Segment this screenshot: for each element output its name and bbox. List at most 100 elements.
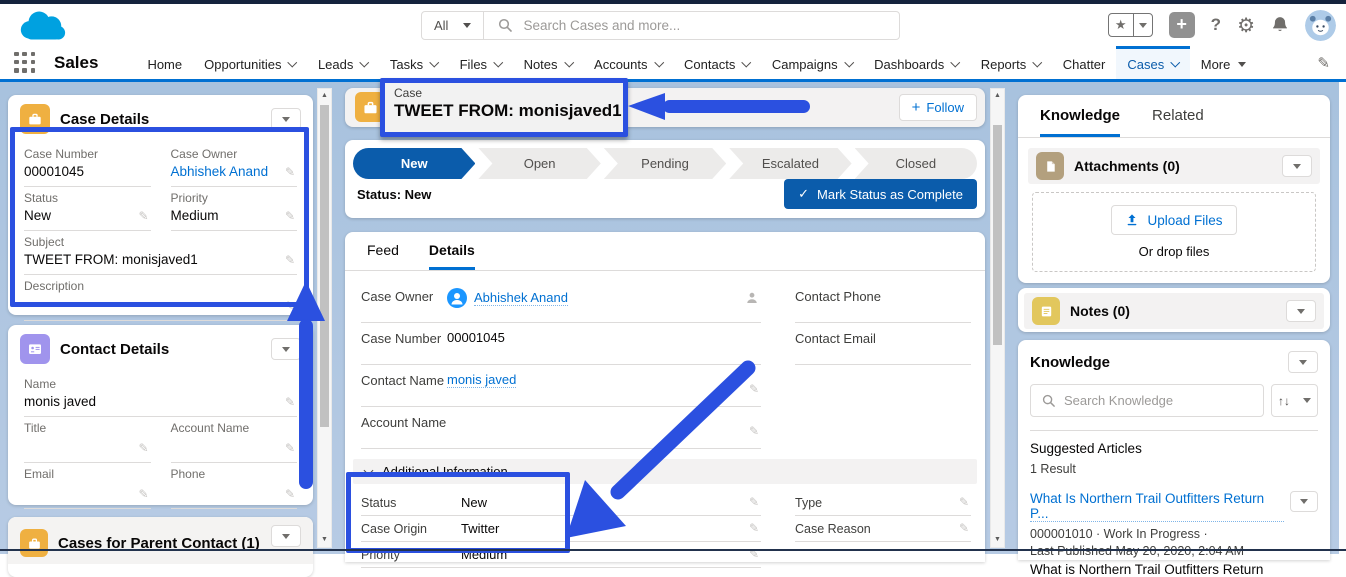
record-title: TWEET FROM: monisjaved1 xyxy=(394,101,614,121)
favorites-list-button[interactable] xyxy=(1133,14,1152,36)
favorite-star-icon[interactable]: ★ xyxy=(1109,14,1133,36)
case-owner-link[interactable]: Abhishek Anand xyxy=(474,290,568,306)
help-icon[interactable]: ? xyxy=(1211,15,1221,35)
setup-gear-icon[interactable]: ⚙ xyxy=(1237,13,1255,38)
record-entity-label: Case xyxy=(394,86,614,100)
sales-path: New Open Pending Escalated Closed xyxy=(345,140,985,179)
scroll-up-arrow[interactable]: ▲ xyxy=(991,89,1004,103)
file-dropzone[interactable]: Upload Files Or drop files xyxy=(1032,192,1316,272)
edit-pencil-icon[interactable]: ✎ xyxy=(285,441,295,455)
nav-item-campaigns[interactable]: Campaigns xyxy=(761,46,863,79)
scroll-down-arrow[interactable]: ▼ xyxy=(991,533,1004,547)
path-stage-open[interactable]: Open xyxy=(478,148,600,179)
detail-case-origin: Case Origin Twitter ✎ xyxy=(361,516,761,542)
nav-item-opportunities[interactable]: Opportunities xyxy=(193,46,307,79)
global-actions-icon[interactable]: + xyxy=(1169,12,1195,38)
edit-pencil-icon[interactable]: ✎ xyxy=(285,165,295,179)
contact-name-link[interactable]: monis javed xyxy=(447,372,516,388)
nav-item-reports[interactable]: Reports xyxy=(970,46,1052,79)
window-bottom-edge xyxy=(0,549,1346,551)
path-stage-pending[interactable]: Pending xyxy=(604,148,726,179)
nav-item-more[interactable]: More xyxy=(1190,46,1258,79)
path-stage-escalated[interactable]: Escalated xyxy=(729,148,851,179)
edit-pencil-icon[interactable]: ✎ xyxy=(749,382,759,396)
change-owner-icon[interactable] xyxy=(745,291,759,310)
upload-files-button[interactable]: Upload Files xyxy=(1111,205,1236,235)
edit-pencil-icon[interactable]: ✎ xyxy=(138,209,148,223)
path-card: New Open Pending Escalated Closed Status… xyxy=(345,140,985,218)
notes-section-header[interactable]: Notes (0) xyxy=(1024,293,1324,329)
nav-item-cases[interactable]: Cases xyxy=(1116,46,1189,79)
scrollbar-thumb[interactable] xyxy=(993,125,1002,345)
edit-pencil-icon[interactable]: ✎ xyxy=(959,495,969,509)
section-menu-button[interactable] xyxy=(1288,351,1318,373)
app-launcher-icon[interactable] xyxy=(14,52,36,74)
edit-pencil-icon[interactable]: ✎ xyxy=(749,495,759,509)
nav-item-tasks[interactable]: Tasks xyxy=(379,46,449,79)
contact-details-fields: Name monis javed ✎ Title ✎ Account Name … xyxy=(8,371,313,509)
chevron-down-icon xyxy=(1303,398,1311,403)
attachments-section-header[interactable]: Attachments (0) xyxy=(1028,148,1320,184)
tab-related[interactable]: Related xyxy=(1152,107,1204,137)
main-scrollbar[interactable]: ▲ ▼ xyxy=(990,88,1005,548)
nav-item-files[interactable]: Files xyxy=(449,46,513,79)
scroll-down-arrow[interactable]: ▼ xyxy=(318,533,331,547)
edit-pencil-icon[interactable]: ✎ xyxy=(285,253,295,267)
chevron-down-icon xyxy=(951,58,960,67)
edit-nav-pencil-icon[interactable]: ✎ xyxy=(1317,54,1330,72)
section-menu-button[interactable] xyxy=(1282,155,1312,177)
additional-information-section-header[interactable]: Additional Information xyxy=(353,459,977,484)
edit-pencil-icon[interactable]: ✎ xyxy=(285,299,295,313)
nav-item-dashboards[interactable]: Dashboards xyxy=(863,46,970,79)
search-scope-dropdown[interactable]: All xyxy=(422,12,484,39)
header-utility-icons: ★ + ? ⚙ xyxy=(1108,10,1336,40)
section-menu-button[interactable] xyxy=(1286,300,1316,322)
article-link[interactable]: What Is Northern Trail Outfitters Return… xyxy=(1030,491,1284,522)
details-left-column: Case Owner Abhishek Anand Case Number 00… xyxy=(361,281,761,449)
edit-pencil-icon[interactable]: ✎ xyxy=(285,487,295,501)
tab-details[interactable]: Details xyxy=(429,242,475,270)
knowledge-sort-button[interactable]: ↑↓ xyxy=(1271,384,1318,417)
notes-card: Notes (0) xyxy=(1018,288,1330,332)
edit-pencil-icon[interactable]: ✎ xyxy=(749,521,759,535)
search-scope-label: All xyxy=(434,18,448,33)
scrollbar-thumb[interactable] xyxy=(320,105,329,427)
tab-knowledge[interactable]: Knowledge xyxy=(1040,107,1120,137)
user-avatar[interactable] xyxy=(1305,10,1336,41)
attachment-icon xyxy=(1036,152,1064,180)
nav-item-contacts[interactable]: Contacts xyxy=(673,46,761,79)
global-search-input[interactable] xyxy=(523,18,899,33)
panel-menu-button[interactable] xyxy=(271,525,301,547)
panel-menu-button[interactable] xyxy=(271,108,301,130)
edit-pencil-icon[interactable]: ✎ xyxy=(285,395,295,409)
edit-pencil-icon[interactable]: ✎ xyxy=(285,209,295,223)
edit-pencil-icon[interactable]: ✎ xyxy=(749,424,759,438)
field-title: Title ✎ xyxy=(24,417,151,463)
nav-item-notes[interactable]: Notes xyxy=(513,46,583,79)
chevron-down-icon xyxy=(494,58,503,67)
contact-icon xyxy=(20,334,50,364)
mark-status-complete-button[interactable]: ✓ Mark Status as Complete xyxy=(784,179,977,209)
path-stage-closed[interactable]: Closed xyxy=(855,148,977,179)
nav-item-chatter[interactable]: Chatter xyxy=(1052,46,1117,79)
notifications-bell-icon[interactable] xyxy=(1271,16,1289,34)
scroll-up-arrow[interactable]: ▲ xyxy=(318,89,331,103)
sidebar-scrollbar[interactable]: ▲ ▼ xyxy=(317,88,332,548)
tab-feed[interactable]: Feed xyxy=(367,242,399,270)
case-owner-link[interactable]: Abhishek Anand xyxy=(171,164,269,179)
path-stage-new[interactable]: New xyxy=(353,148,475,179)
edit-pencil-icon[interactable]: ✎ xyxy=(959,521,969,535)
window-right-edge xyxy=(1339,82,1346,554)
detail-case-owner: Case Owner Abhishek Anand xyxy=(361,281,761,323)
nav-item-accounts[interactable]: Accounts xyxy=(583,46,673,79)
nav-item-leads[interactable]: Leads xyxy=(307,46,379,79)
nav-item-home[interactable]: Home xyxy=(136,46,193,79)
edit-pencil-icon[interactable]: ✎ xyxy=(138,441,148,455)
follow-button[interactable]: + Follow xyxy=(899,94,977,121)
panel-menu-button[interactable] xyxy=(271,338,301,360)
article-menu-button[interactable] xyxy=(1290,491,1318,512)
knowledge-header: Knowledge xyxy=(1018,340,1330,373)
nav-items: Home Opportunities Leads Tasks Files Not… xyxy=(136,46,1317,79)
edit-pencil-icon[interactable]: ✎ xyxy=(138,487,148,501)
knowledge-search-input[interactable] xyxy=(1064,393,1263,408)
